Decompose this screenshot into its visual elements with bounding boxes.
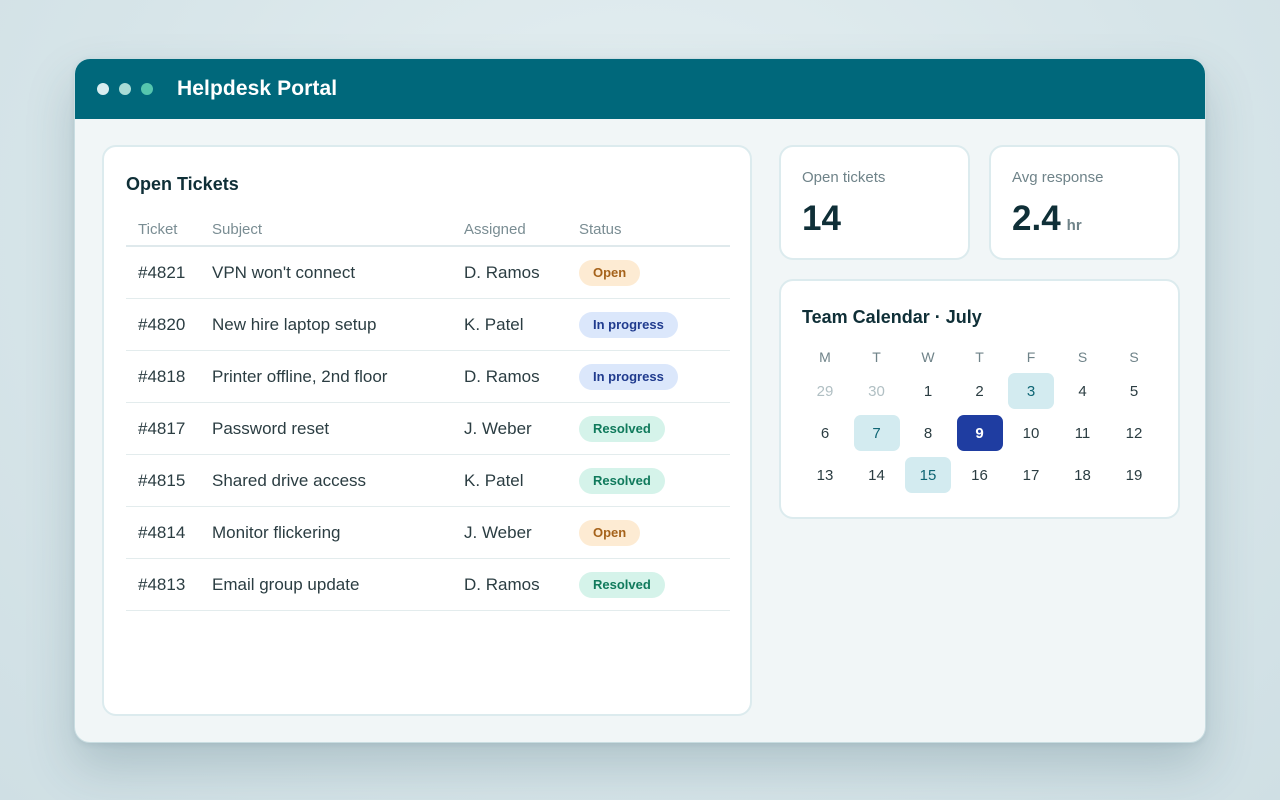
calendar-day[interactable]: 13 — [802, 457, 848, 493]
ticket-status-cell: Open — [579, 519, 730, 546]
calendar-day[interactable]: 15 — [905, 457, 951, 493]
ticket-subject[interactable]: Password reset — [212, 419, 464, 439]
calendar-grid: M T W T F S S 29 30 1 2 3 4 5 6 7 8 9 10 11 12 13 14 15 16 17 18 19 — [802, 347, 1157, 493]
ticket-subject[interactable]: New hire laptop setup — [212, 315, 464, 335]
open-tickets-card: Open Tickets Ticket Subject Assigned Sta… — [102, 145, 752, 716]
window-minimize-dot[interactable] — [119, 83, 131, 95]
ticket-assignee: K. Patel — [464, 470, 524, 490]
table-row[interactable]: #4813 Email group update D. Ramos Resolved — [126, 559, 730, 611]
avg-response-stat-card: Avg response 2.4 hr — [989, 145, 1180, 260]
calendar-day[interactable]: 11 — [1060, 415, 1106, 451]
open-tickets-title: Open Tickets — [126, 174, 239, 194]
table-row[interactable]: #4820 New hire laptop setup K. Patel In pro… — [126, 299, 730, 351]
calendar-day[interactable]: 30 — [854, 373, 900, 409]
calendar-weekday: T — [975, 349, 984, 365]
calendar-day[interactable]: 17 — [1008, 457, 1054, 493]
calendar-day[interactable]: 18 — [1060, 457, 1106, 493]
ticket-assignee: D. Ramos — [464, 262, 540, 282]
calendar-day[interactable]: 5 — [1111, 373, 1157, 409]
calendar-day[interactable]: 1 — [905, 373, 951, 409]
ticket-status-cell: Resolved — [579, 415, 730, 442]
ticket-status-cell: In progress — [579, 363, 730, 390]
team-calendar-card: Team Calendar · July M T W T F S S 29 30 1 2 3 4 5 6 7 8… — [779, 279, 1180, 519]
open-tickets-count: 14 — [802, 199, 841, 238]
calendar-day[interactable]: 10 — [1008, 415, 1054, 451]
status-badge: Resolved — [579, 467, 665, 494]
header-subject[interactable]: Subject — [212, 221, 464, 238]
calendar-weekday: W — [921, 349, 935, 365]
ticket-subject[interactable]: Monitor flickering — [212, 523, 464, 543]
calendar-day[interactable]: 2 — [957, 373, 1003, 409]
ticket-id[interactable]: #4814 — [126, 523, 212, 543]
open-tickets-stat-card: Open tickets 14 — [779, 145, 970, 260]
ticket-id[interactable]: #4818 — [126, 367, 212, 387]
calendar-day[interactable]: 29 — [802, 373, 848, 409]
calendar-weekday: S — [1077, 349, 1088, 365]
calendar-day[interactable]: 19 — [1111, 457, 1157, 493]
header-ticket[interactable]: Ticket — [126, 221, 212, 238]
table-row[interactable]: #4818 Printer offline, 2nd floor D. Ramos I… — [126, 351, 730, 403]
status-badge: Open — [579, 259, 641, 286]
ticket-subject[interactable]: Printer offline, 2nd floor — [212, 367, 464, 387]
calendar-day[interactable]: 7 — [853, 415, 900, 451]
open-tickets-stat-label: Open tickets — [802, 169, 886, 186]
window-maximize-dot[interactable] — [141, 83, 153, 95]
avg-response-unit: hr — [1066, 217, 1082, 234]
calendar-weekday: F — [1026, 349, 1036, 365]
avg-response-stat-value: 2.4 hr — [1012, 199, 1082, 239]
calendar-weekday: T — [872, 349, 881, 365]
calendar-weekday: S — [1129, 349, 1139, 365]
app-title: Helpdesk Portal — [177, 77, 338, 100]
calendar-day-selected[interactable]: 9 — [956, 415, 1003, 451]
ticket-assignee: D. Ramos — [464, 366, 540, 386]
calendar-day[interactable]: 14 — [854, 457, 900, 493]
status-badge: Open — [579, 519, 641, 546]
window-close-dot[interactable] — [97, 83, 109, 95]
ticket-assignee: D. Ramos — [464, 574, 540, 594]
header-status[interactable]: Status — [579, 221, 730, 238]
calendar-day[interactable]: 16 — [957, 457, 1003, 493]
ticket-subject[interactable]: Email group update — [212, 575, 464, 595]
ticket-status-cell: In progress — [579, 311, 730, 338]
ticket-status-cell: Resolved — [579, 571, 730, 598]
title-bar: Helpdesk Portal — [75, 59, 1205, 119]
tickets-table-body: #4821 VPN won't connect D. Ramos Open #4820 N… — [126, 247, 730, 611]
calendar-weekday: M — [819, 349, 831, 365]
ticket-id[interactable]: #4815 — [126, 471, 212, 491]
ticket-status-cell: Open — [579, 259, 730, 286]
status-badge: In progress — [579, 311, 678, 338]
status-badge: In progress — [579, 363, 678, 390]
table-row[interactable]: #4815 Shared drive access K. Patel Resolved — [126, 455, 730, 507]
ticket-id[interactable]: #4817 — [126, 419, 212, 439]
calendar-day[interactable]: 12 — [1111, 415, 1157, 451]
calendar-day[interactable]: 3 — [1008, 373, 1054, 409]
ticket-status-cell: Resolved — [579, 467, 730, 494]
ticket-assignee: J. Weber — [464, 522, 532, 542]
ticket-id[interactable]: #4813 — [126, 575, 212, 595]
ticket-subject[interactable]: VPN won't connect — [212, 263, 464, 283]
calendar-day[interactable]: 8 — [905, 415, 951, 451]
header-assigned[interactable]: Assigned — [464, 221, 579, 238]
tickets-table: Ticket Subject Assigned Status #4821 VPN … — [126, 213, 730, 611]
ticket-id[interactable]: #4820 — [126, 315, 212, 335]
ticket-assignee: K. Patel — [464, 314, 524, 334]
table-row[interactable]: #4817 Password reset J. Weber Resolved — [126, 403, 730, 455]
ticket-subject[interactable]: Shared drive access — [212, 471, 464, 491]
status-badge: Resolved — [579, 415, 665, 442]
ticket-assignee: J. Weber — [464, 418, 532, 438]
status-badge: Resolved — [579, 571, 665, 598]
tickets-table-header: Ticket Subject Assigned Status — [126, 213, 730, 247]
table-row[interactable]: #4814 Monitor flickering J. Weber Open — [126, 507, 730, 559]
avg-response-number: 2.4 — [1012, 199, 1061, 238]
team-calendar-title: Team Calendar · July — [802, 307, 982, 327]
calendar-day[interactable]: 4 — [1060, 373, 1106, 409]
avg-response-stat-label: Avg response — [1012, 169, 1104, 186]
app-window: Helpdesk Portal Open Tickets Ticket Subj… — [74, 58, 1206, 743]
open-tickets-stat-value: 14 — [802, 199, 841, 239]
ticket-id[interactable]: #4821 — [126, 263, 212, 283]
calendar-day[interactable]: 6 — [802, 415, 848, 451]
table-row[interactable]: #4821 VPN won't connect D. Ramos Open — [126, 247, 730, 299]
